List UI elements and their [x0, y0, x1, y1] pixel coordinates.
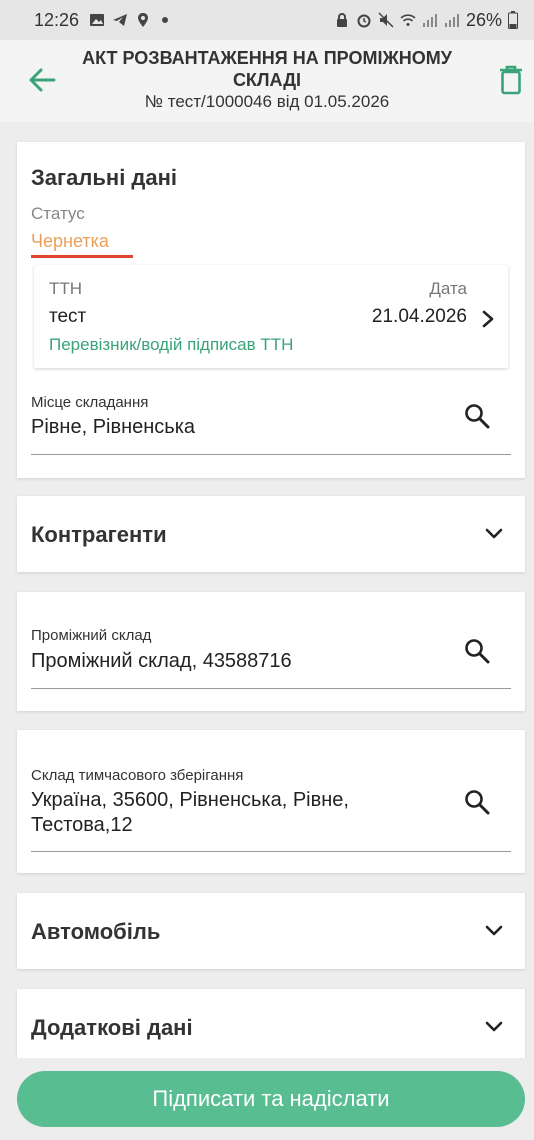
vehicle-title: Автомобіль	[31, 919, 161, 944]
chevron-down-icon	[485, 925, 503, 936]
chevron-down-icon	[485, 528, 503, 539]
notification-icons	[89, 12, 169, 28]
intermediate-warehouse-card: Проміжний склад Проміжний склад, 4358871…	[17, 592, 525, 711]
more-notifications-icon	[162, 17, 169, 23]
signal-icon	[422, 14, 437, 27]
general-data-title: Загальні дані	[31, 165, 178, 190]
signal-icon-2	[444, 14, 459, 27]
status-underline	[31, 255, 133, 258]
intermediate-warehouse-underline	[31, 688, 511, 689]
location-icon	[138, 13, 149, 27]
search-icon[interactable]	[463, 637, 491, 665]
ttn-date-label: Дата	[429, 279, 467, 298]
counterparties-accordion[interactable]: Контрагенти	[17, 496, 525, 572]
app-header: АКТ РОЗВАНТАЖЕННЯ НА ПРОМІЖНОМУ СКЛАДІ №…	[0, 40, 534, 122]
ttn-signed-note: Перевізник/водій підписав ТТН	[49, 335, 294, 354]
place-field[interactable]: Рівне, Рівненська	[31, 415, 195, 440]
status-value: Чернетка	[31, 231, 109, 251]
ttn-card[interactable]: ТТН Дата тест 21.04.2026 Перевізник/воді…	[34, 265, 508, 368]
battery-icon	[508, 11, 518, 29]
vehicle-accordion[interactable]: Автомобіль	[17, 893, 525, 969]
status-label: Статус	[31, 204, 85, 223]
document-number: № тест/1000046 від 01.05.2026	[144, 92, 390, 111]
general-data-card: Загальні дані Статус Чернетка ТТН Дата т…	[17, 142, 525, 478]
ttn-date-value: 21.04.2026	[371, 306, 467, 327]
lock-icon	[336, 13, 347, 27]
intermediate-warehouse-field[interactable]: Проміжний склад, 43588716	[31, 649, 292, 674]
temporary-storage-field[interactable]: Україна, 35600, Рівненська, Рівне, Тесто…	[31, 788, 451, 838]
temporary-storage-card: Склад тимчасового зберігання Україна, 35…	[17, 730, 525, 873]
wifi-icon	[400, 14, 416, 26]
chevron-down-icon	[485, 1021, 503, 1032]
gallery-icon	[90, 14, 105, 26]
temporary-storage-label: Склад тимчасового зберігання	[31, 767, 244, 784]
ttn-value: тест	[49, 306, 87, 327]
page-title: АКТ РОЗВАНТАЖЕННЯ НА ПРОМІЖНОМУ СКЛАДІ	[82, 48, 452, 90]
counterparties-title: Контрагенти	[31, 522, 167, 547]
additional-data-accordion[interactable]: Додаткові дані	[17, 989, 525, 1065]
temporary-storage-underline	[31, 851, 511, 852]
battery-percent: 26%	[465, 9, 502, 30]
intermediate-warehouse-label: Проміжний склад	[31, 627, 152, 644]
status-time: 12:26	[34, 9, 80, 30]
additional-data-title: Додаткові дані	[31, 1015, 193, 1040]
search-icon[interactable]	[463, 402, 491, 430]
status-bar: 12:26 26%	[0, 0, 534, 40]
system-icons: 26%	[334, 10, 518, 31]
ttn-label: ТТН	[49, 279, 83, 298]
arrow-left-icon[interactable]	[26, 64, 58, 96]
mute-icon	[378, 12, 394, 28]
trash-icon[interactable]	[497, 64, 525, 96]
place-underline	[31, 454, 511, 455]
sign-and-send-button[interactable]: Підписати та надіслати	[17, 1071, 525, 1127]
search-icon[interactable]	[463, 788, 491, 816]
chevron-right-icon	[482, 310, 494, 328]
alarm-icon	[357, 14, 371, 28]
telegram-icon	[113, 14, 128, 26]
place-label: Місце складання	[31, 394, 149, 411]
